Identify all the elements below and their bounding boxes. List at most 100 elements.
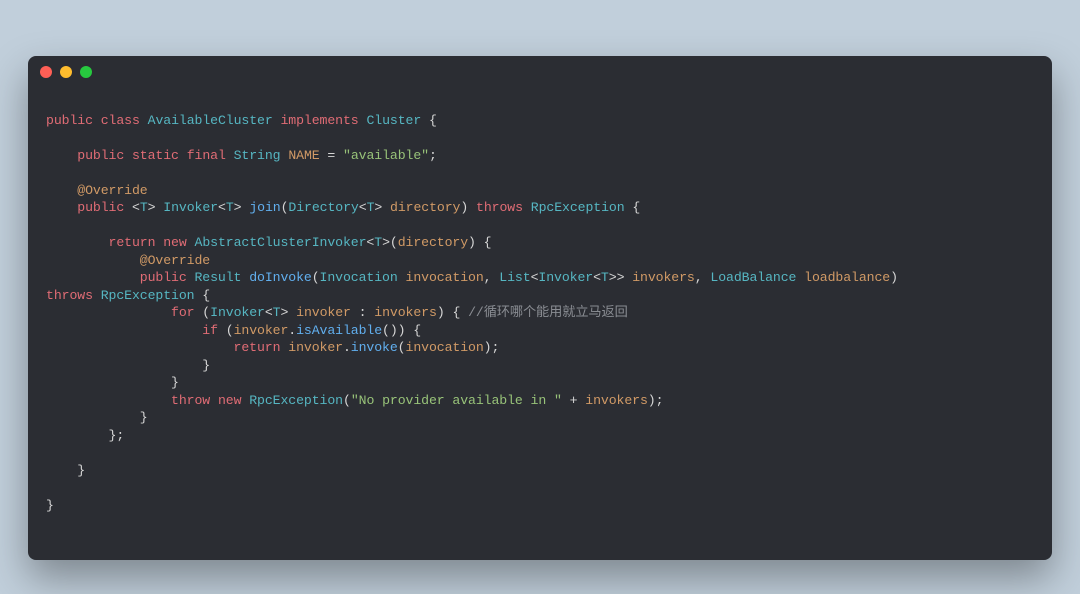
- punct: .: [343, 340, 351, 355]
- punct: ;: [429, 148, 437, 163]
- type: LoadBalance: [710, 270, 796, 285]
- type: String: [234, 148, 281, 163]
- punct: >: [234, 200, 242, 215]
- identifier: invokers: [632, 270, 695, 285]
- identifier: invocation: [406, 340, 484, 355]
- punct: >: [374, 200, 382, 215]
- punct: >: [148, 200, 156, 215]
- punct: );: [484, 340, 500, 355]
- punct: >>: [609, 270, 625, 285]
- punct: );: [648, 393, 664, 408]
- close-icon[interactable]: [40, 66, 52, 78]
- punct: };: [109, 428, 125, 443]
- punct: ,: [484, 270, 500, 285]
- type: RpcException: [101, 288, 195, 303]
- identifier: invoker: [234, 323, 289, 338]
- keyword: implements: [280, 113, 358, 128]
- punct: }: [202, 358, 210, 373]
- type: AbstractClusterInvoker: [195, 235, 367, 250]
- keyword: final: [187, 148, 226, 163]
- punct: {: [625, 200, 641, 215]
- keyword: throw: [171, 393, 210, 408]
- keyword: public: [77, 148, 124, 163]
- punct: +: [562, 393, 585, 408]
- punct: <: [218, 200, 226, 215]
- type: T: [601, 270, 609, 285]
- punct: <: [132, 200, 140, 215]
- window-titlebar: [28, 56, 1052, 88]
- punct: ) {: [437, 305, 468, 320]
- punct: (: [343, 393, 351, 408]
- punct: ,: [695, 270, 711, 285]
- punct: }: [140, 410, 148, 425]
- type: T: [226, 200, 234, 215]
- identifier: loadbalance: [804, 270, 890, 285]
- identifier: NAME: [288, 148, 319, 163]
- identifier: invocation: [406, 270, 484, 285]
- type: AvailableCluster: [148, 113, 273, 128]
- keyword: new: [163, 235, 186, 250]
- punct: {: [421, 113, 437, 128]
- keyword: public: [46, 113, 93, 128]
- keyword: throws: [476, 200, 523, 215]
- method: doInvoke: [249, 270, 312, 285]
- punct: (: [398, 340, 406, 355]
- comment: //循环哪个能用就立马返回: [468, 305, 628, 320]
- punct: <: [265, 305, 273, 320]
- punct: }: [77, 463, 85, 478]
- keyword: static: [132, 148, 179, 163]
- punct: {: [194, 288, 210, 303]
- keyword: public: [77, 200, 124, 215]
- punct: .: [288, 323, 296, 338]
- punct: ): [890, 270, 906, 285]
- code-block: public class AvailableCluster implements…: [28, 88, 1052, 532]
- keyword: new: [218, 393, 241, 408]
- method: join: [249, 200, 280, 215]
- identifier: invoker: [288, 340, 343, 355]
- type: RpcException: [531, 200, 625, 215]
- minimize-icon[interactable]: [60, 66, 72, 78]
- keyword: if: [202, 323, 218, 338]
- punct: }: [171, 375, 179, 390]
- type: RpcException: [249, 393, 343, 408]
- identifier: invokers: [585, 393, 648, 408]
- punct: ()) {: [382, 323, 421, 338]
- keyword: return: [234, 340, 281, 355]
- keyword: public: [140, 270, 187, 285]
- annotation: @Override: [140, 253, 210, 268]
- punct: ) {: [468, 235, 491, 250]
- keyword: return: [109, 235, 156, 250]
- string: "No provider available in ": [351, 393, 562, 408]
- punct: =: [320, 148, 343, 163]
- punct: >: [280, 305, 288, 320]
- method: invoke: [351, 340, 398, 355]
- type: Invoker: [538, 270, 593, 285]
- identifier: directory: [398, 235, 468, 250]
- type: Directory: [288, 200, 358, 215]
- zoom-icon[interactable]: [80, 66, 92, 78]
- type: Result: [194, 270, 241, 285]
- type: T: [374, 235, 382, 250]
- punct: <: [359, 200, 367, 215]
- type: Invocation: [320, 270, 398, 285]
- type: T: [140, 200, 148, 215]
- type: List: [499, 270, 530, 285]
- identifier: directory: [390, 200, 460, 215]
- string: "available": [343, 148, 429, 163]
- code-window: public class AvailableCluster implements…: [28, 56, 1052, 560]
- annotation: @Override: [77, 183, 147, 198]
- punct: :: [351, 305, 374, 320]
- type: Cluster: [366, 113, 421, 128]
- punct: (: [312, 270, 320, 285]
- identifier: invokers: [374, 305, 437, 320]
- punct: <: [593, 270, 601, 285]
- punct: ): [460, 200, 468, 215]
- punct: }: [46, 498, 54, 513]
- method: isAvailable: [296, 323, 382, 338]
- type: Invoker: [163, 200, 218, 215]
- keyword: for: [171, 305, 194, 320]
- keyword: class: [101, 113, 140, 128]
- punct: >(: [382, 235, 398, 250]
- identifier: invoker: [296, 305, 351, 320]
- keyword: throws: [46, 288, 93, 303]
